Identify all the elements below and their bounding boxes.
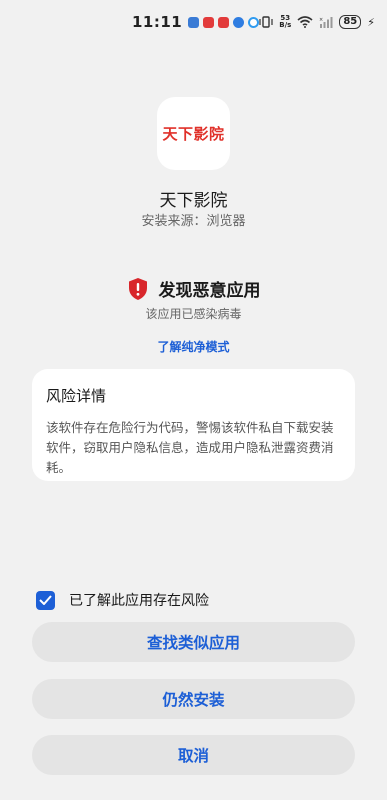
acknowledge-label: 已了解此应用存在风险 <box>69 593 209 609</box>
blue-app-icon <box>233 16 245 28</box>
wifi-icon <box>297 16 313 28</box>
risk-details-card: 风险详情 该软件存在危险行为代码，警惕该软件私自下载安装软件，窃取用户隐私信息，… <box>32 369 355 481</box>
battery-icon: 85 <box>339 15 362 29</box>
install-anyway-button[interactable]: 仍然安装 <box>32 679 355 719</box>
signal-icon: × <box>319 17 333 28</box>
warning-title: 发现恶意应用 <box>158 281 261 301</box>
app-source: 安装来源：浏览器 <box>141 214 246 229</box>
app-icon: 天下影院 <box>157 97 230 170</box>
red-app-icon <box>203 16 215 28</box>
acknowledge-risk-checkbox-row[interactable]: 已了解此应用存在风险 <box>36 590 209 610</box>
warning-subtitle: 该应用已感染病毒 <box>145 307 242 321</box>
app-icon-text: 天下影院 <box>162 125 225 143</box>
vibrate-icon <box>259 16 273 28</box>
warning-header: 发现恶意应用 <box>0 276 387 301</box>
shield-alert-icon <box>128 277 147 300</box>
risk-title: 风险详情 <box>46 387 107 405</box>
blue-app-icon <box>248 16 260 28</box>
find-similar-button[interactable]: 查找类似应用 <box>32 622 355 662</box>
system-icons: 53 B/s × 85 ⚡ <box>259 15 375 29</box>
acknowledge-checkbox[interactable] <box>36 590 55 610</box>
charging-icon: ⚡ <box>367 15 375 29</box>
net-speed: 53 B/s <box>279 15 291 29</box>
status-bar: 11:11 53 B/s × 85 ⚡ <box>0 0 387 44</box>
cancel-button[interactable]: 取消 <box>32 735 355 775</box>
pure-mode-link[interactable]: 了解纯净模式 <box>0 338 387 355</box>
red-app-icon <box>218 16 230 28</box>
svg-text:×: × <box>319 17 323 23</box>
net-speed-unit: B/s <box>279 21 292 29</box>
install-warning-screen: 11:11 53 B/s × 85 ⚡ 天下影院 天下影院 安装来源：浏览器 发… <box>0 0 387 800</box>
app-name: 天下影院 <box>159 191 228 211</box>
status-time: 11:11 <box>132 13 183 31</box>
app-notif-icon <box>188 16 200 28</box>
notification-icons <box>188 16 260 28</box>
checkmark-icon <box>39 595 52 605</box>
risk-body: 该软件存在危险行为代码，警惕该软件私自下载安装软件，窃取用户隐私信息，造成用户隐… <box>46 420 334 475</box>
